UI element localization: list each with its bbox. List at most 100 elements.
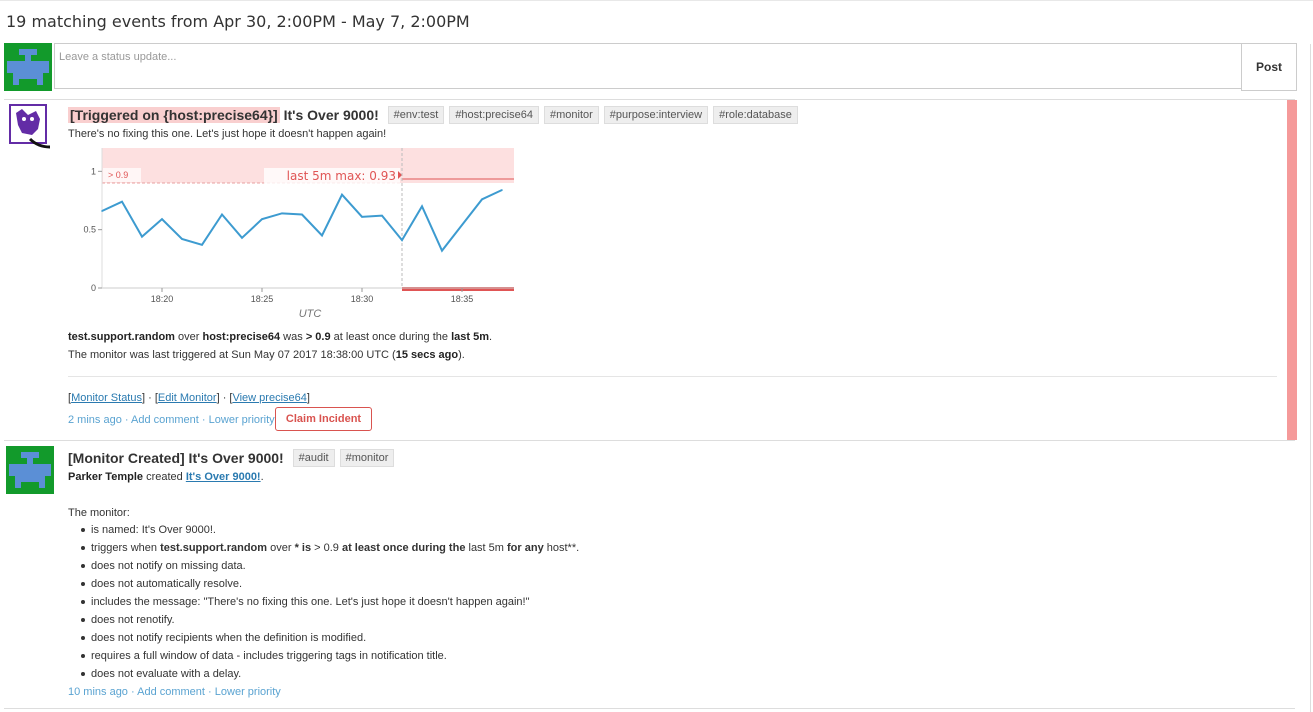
y-tick-label: 0 [91, 283, 96, 293]
x-tick-label: 18:20 [151, 294, 174, 304]
lower-priority-link[interactable]: Lower priority [209, 414, 275, 426]
data-point [461, 224, 463, 226]
user-avatar-icon [6, 446, 54, 494]
creator-name: Parker Temple [68, 471, 144, 483]
right-border [1310, 44, 1311, 712]
monitor-link[interactable]: It's Over 9000! [186, 471, 261, 483]
data-point [321, 234, 323, 237]
last-triggered: The monitor was last triggered at Sun Ma… [68, 349, 465, 361]
series-line [101, 189, 503, 253]
lower-priority-link[interactable]: Lower priority [215, 686, 281, 698]
data-point [121, 200, 123, 203]
condition: > 0.9 [305, 331, 331, 343]
view-host-link[interactable]: View precise64 [232, 392, 306, 404]
tag[interactable]: #purpose:interview [603, 106, 709, 124]
last-triggered-text: The monitor was last triggered at Sun Ma… [68, 349, 396, 361]
monitor-intro: The monitor: [68, 507, 130, 519]
data-point [141, 235, 143, 238]
metric-chart: > 0.9 last 5m max: 0.93 0 0.5 1 18:20 18:25 18:… [82, 143, 522, 323]
tag[interactable]: #role:database [713, 106, 798, 124]
event-title[interactable]: [Triggered on {host:precise64}] It's Ove… [68, 106, 798, 124]
data-point [301, 213, 303, 216]
event-title-highlight: [Triggered on {host:precise64}] [68, 107, 280, 123]
event-message: There's no fixing this one. Let's just h… [68, 128, 387, 140]
add-comment-link[interactable]: Add comment [137, 686, 205, 698]
host-name: host:precise64 [202, 331, 281, 343]
list-item: does not evaluate with a delay. [80, 665, 579, 683]
list-item: triggers when test.support.random over *… [80, 539, 580, 557]
bullet-text: > 0.9 [311, 542, 342, 554]
tag[interactable]: #audit [292, 449, 335, 467]
user-avatar-icon [4, 43, 52, 91]
tag[interactable]: #host:precise64 [449, 106, 539, 124]
add-comment-link[interactable]: Add comment [131, 414, 199, 426]
max-label: last 5m max: 0.93 [287, 169, 396, 183]
summary-text: . [488, 331, 493, 343]
divider [4, 99, 1295, 100]
data-point [501, 189, 503, 191]
claim-incident-button[interactable]: Claim Incident [275, 407, 372, 431]
bullet-text: at least once during the [341, 542, 466, 554]
x-tick-label: 18:25 [251, 294, 274, 304]
list-item: requires a full window of data - include… [80, 647, 579, 665]
data-point [381, 214, 383, 217]
data-point [181, 238, 183, 240]
tag[interactable]: #env:test [387, 106, 445, 124]
y-tick-label: 1 [91, 166, 96, 176]
data-point [401, 239, 403, 241]
summary-text: was [280, 331, 306, 343]
data-point [161, 218, 163, 220]
event-time[interactable]: 2 mins ago [68, 414, 122, 426]
divider [4, 708, 1295, 709]
tag[interactable]: #monitor [339, 449, 395, 467]
event-title[interactable]: [Monitor Created] It's Over 9000! #audit… [68, 449, 395, 467]
list-item: includes the message: "There's no fixing… [80, 593, 579, 611]
x-tick-label: 18:35 [451, 294, 474, 304]
bullet-text: host**. [543, 542, 580, 554]
data-point [421, 205, 423, 208]
monitor-status-link[interactable]: Monitor Status [71, 392, 142, 404]
post-button[interactable]: Post [1241, 43, 1297, 91]
x-axis-label: UTC [299, 308, 322, 320]
page-title: 19 matching events from Apr 30, 2:00PM -… [6, 12, 470, 31]
metric-name: test.support.random [68, 331, 175, 343]
event-divider [68, 376, 1277, 377]
bullet-text: over [267, 542, 295, 554]
data-point [241, 237, 243, 239]
data-point [341, 193, 343, 196]
window: last 5m [451, 331, 489, 343]
summary-text: over [174, 331, 203, 343]
bullet-text: test.support.random [160, 542, 268, 554]
list-item: does not renotify. [80, 611, 579, 629]
divider [4, 440, 1295, 441]
bullet-text: * is [294, 542, 312, 554]
event-meta: 2 mins ago · Add comment · Lower priorit… [68, 414, 275, 426]
data-point [361, 216, 363, 218]
status-update-bar: Leave a status update... Post [4, 43, 1297, 91]
data-point [281, 212, 283, 215]
event-title-text: [Monitor Created] It's Over 9000! [68, 450, 284, 466]
list-item: does not notify recipients when the defi… [80, 629, 579, 647]
data-point [441, 249, 443, 252]
event-meta: 10 mins ago · Add comment · Lower priori… [68, 686, 281, 698]
dot-text: . [260, 471, 264, 483]
event-time[interactable]: 10 mins ago [68, 686, 128, 698]
monitor-details-list: is named: It's Over 9000!. triggers when… [68, 521, 579, 683]
created-text: created [143, 471, 186, 483]
top-border [0, 0, 1313, 1]
last-triggered-ago: 15 secs ago [395, 349, 459, 361]
list-item: does not notify on missing data. [80, 557, 579, 575]
x-tick-label: 18:30 [351, 294, 374, 304]
threshold-label: > 0.9 [108, 170, 128, 180]
event-summary: test.support.random over host:precise64 … [68, 331, 492, 343]
tag[interactable]: #monitor [543, 106, 599, 124]
edit-monitor-link[interactable]: Edit Monitor [158, 392, 217, 404]
last-triggered-end: ). [458, 349, 465, 361]
data-point [201, 244, 203, 246]
status-input[interactable]: Leave a status update... [54, 43, 1241, 89]
summary-text: at least once during the [330, 331, 452, 343]
event-links: [Monitor Status] · [Edit Monitor] · [Vie… [68, 392, 310, 404]
list-item: does not automatically resolve. [80, 575, 579, 593]
y-tick-label: 0.5 [83, 225, 96, 235]
data-point [221, 213, 223, 216]
